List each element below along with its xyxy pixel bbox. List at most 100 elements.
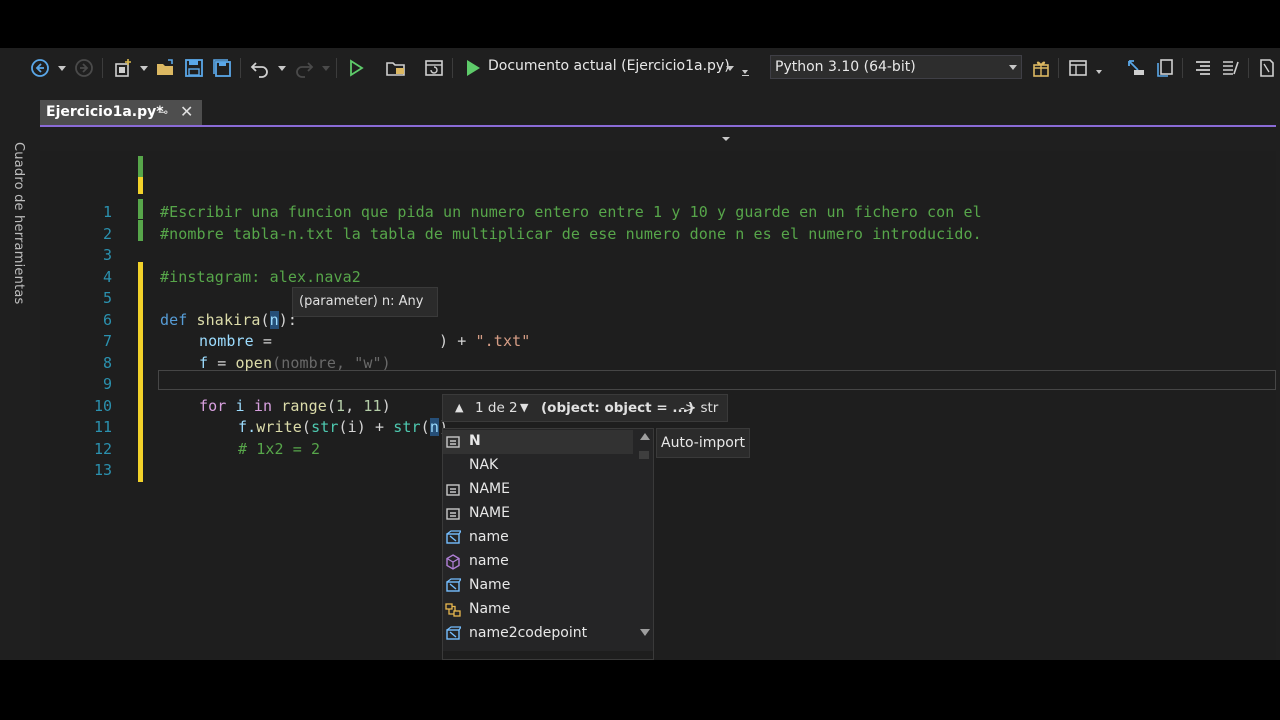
python-environment-value: Python 3.10 (64-bit) [775,59,916,75]
bookmark-button[interactable] [1256,56,1278,80]
completion-item[interactable]: NAK [443,454,633,478]
navigate-forward-button[interactable] [72,56,96,80]
completion-item[interactable]: name [443,550,633,574]
toolbar-overflow-caret-icon[interactable] [742,70,748,74]
redo-button[interactable] [292,56,316,80]
constant-icon [446,508,460,520]
new-project-button[interactable] [110,56,136,80]
unsaved-change-marker [138,177,143,194]
align-right-icon [1196,61,1210,75]
layout-dropdown-caret-icon[interactable] [1096,70,1102,74]
line-number: 10 [93,397,112,415]
save-icon [185,59,203,77]
parameter-n: n [269,311,279,329]
toolbox-side-panel: Cuadro de herramientas [0,88,38,660]
pin-icon[interactable]: ⊸ [158,105,168,119]
start-without-debugging-button[interactable] [344,56,368,80]
save-button[interactable] [182,56,206,80]
code-line-7-tail: ) + ".txt" [439,332,531,350]
completion-filter-bar[interactable] [443,651,653,659]
main-toolbar: Documento actual (Ejercicio1a.py) Python… [0,48,1280,88]
signature-parameters: (object: object = ...) [541,400,694,416]
line-number: 5 [102,289,112,307]
undo-button[interactable] [248,56,272,80]
code-line-12: # 1x2 = 2 [238,440,321,458]
copy-layout-button[interactable] [1152,56,1176,80]
code-line-2: #nombre tabla-n.txt la tabla de multipli… [160,225,982,243]
completion-item[interactable]: Name [443,598,633,622]
code-line-4: #instagram: alex.nava2 [160,268,361,286]
browser-link-button[interactable] [422,56,446,80]
class-icon [445,603,461,617]
browse-folder-icon [386,62,405,76]
code-line-6: def shakira(n): [160,311,298,329]
window-layout-button[interactable] [1066,56,1090,80]
navigation-dropdown-caret-icon[interactable] [722,137,730,141]
saved-change-marker [138,199,143,219]
layout-icon [1069,60,1087,76]
save-all-icon [213,59,231,77]
code-line-8: f = open(nombre, "w") [199,354,391,372]
line-number: 12 [93,440,112,458]
redo-dropdown-caret-icon[interactable] [322,66,330,71]
run-target-dropdown-caret-icon[interactable] [726,66,734,71]
auto-import-detail: Auto-import [656,428,750,458]
code-line-10: for i in range(1, 11) [199,397,391,415]
scroll-up-arrow-icon[interactable] [640,433,650,440]
undo-dropdown-caret-icon[interactable] [278,66,286,71]
play-icon [467,60,480,76]
forward-circle-icon [75,59,93,77]
variable-icon [446,530,461,544]
line-number: 7 [102,332,112,350]
undo-icon [250,62,268,78]
open-file-button[interactable] [154,56,178,80]
current-line-highlight [158,370,1276,390]
completion-item[interactable]: Name [443,574,633,598]
comment-lines-button[interactable] [1218,56,1242,80]
extensions-button[interactable] [1030,56,1052,80]
close-icon[interactable]: ✕ [180,102,193,121]
navigate-back-button[interactable] [28,56,52,80]
variable-icon [446,578,461,592]
line-number: 4 [102,268,112,286]
completion-item[interactable]: name [443,526,633,550]
scroll-down-arrow-icon[interactable] [640,629,650,636]
document-tab[interactable]: Ejercicio1a.py* ⊸ ✕ [40,100,202,126]
navigation-bar[interactable] [40,127,1276,151]
toggle-pane-button[interactable] [1124,56,1148,80]
overload-counter: 1 de 2 [475,400,518,416]
python-environment-select[interactable]: Python 3.10 (64-bit) [770,55,1022,79]
scrollbar-thumb[interactable] [639,451,649,459]
completion-item[interactable]: NAME [443,502,633,526]
signature-return-type: -> str [680,400,719,416]
saved-change-marker [138,220,143,241]
new-dropdown-caret-icon[interactable] [140,66,148,71]
browse-button[interactable] [384,56,408,80]
toolbox-tab[interactable]: Cuadro de herramientas [11,142,26,304]
completion-item[interactable]: name2codepoint [443,622,633,646]
save-all-button[interactable] [210,56,234,80]
run-button[interactable] [462,56,484,80]
align-right-button[interactable] [1190,56,1214,80]
code-line-11: f.write(str(i) + str(n) [238,418,449,436]
line-number: 3 [102,246,112,264]
code-line-7: nombre = [199,332,282,350]
previous-overload-button[interactable]: ▲ [455,401,463,414]
next-overload-button[interactable]: ▼ [520,401,528,414]
back-dropdown-caret-icon[interactable] [58,66,66,71]
variable-icon [446,626,461,640]
completion-scrollbar[interactable] [636,429,653,659]
line-number: 11 [93,418,112,436]
signature-help-popup: ▲ 1 de 2 ▼ (object: object = ...) -> str [442,394,728,422]
play-outline-icon [350,59,364,77]
unsaved-change-marker [138,262,143,482]
redo-icon [296,62,314,78]
completion-item[interactable]: NAME [443,478,633,502]
line-number: 13 [93,461,112,479]
completion-item[interactable]: N [443,430,633,454]
run-target-label[interactable]: Documento actual (Ejercicio1a.py) [488,58,730,74]
line-number: 2 [102,225,112,243]
parameter-info-tooltip: (parameter) n: Any [292,287,438,317]
open-folder-icon [157,59,173,75]
intellisense-completion-list[interactable]: N NAK NAME NAME name name Name Name name… [442,428,654,660]
